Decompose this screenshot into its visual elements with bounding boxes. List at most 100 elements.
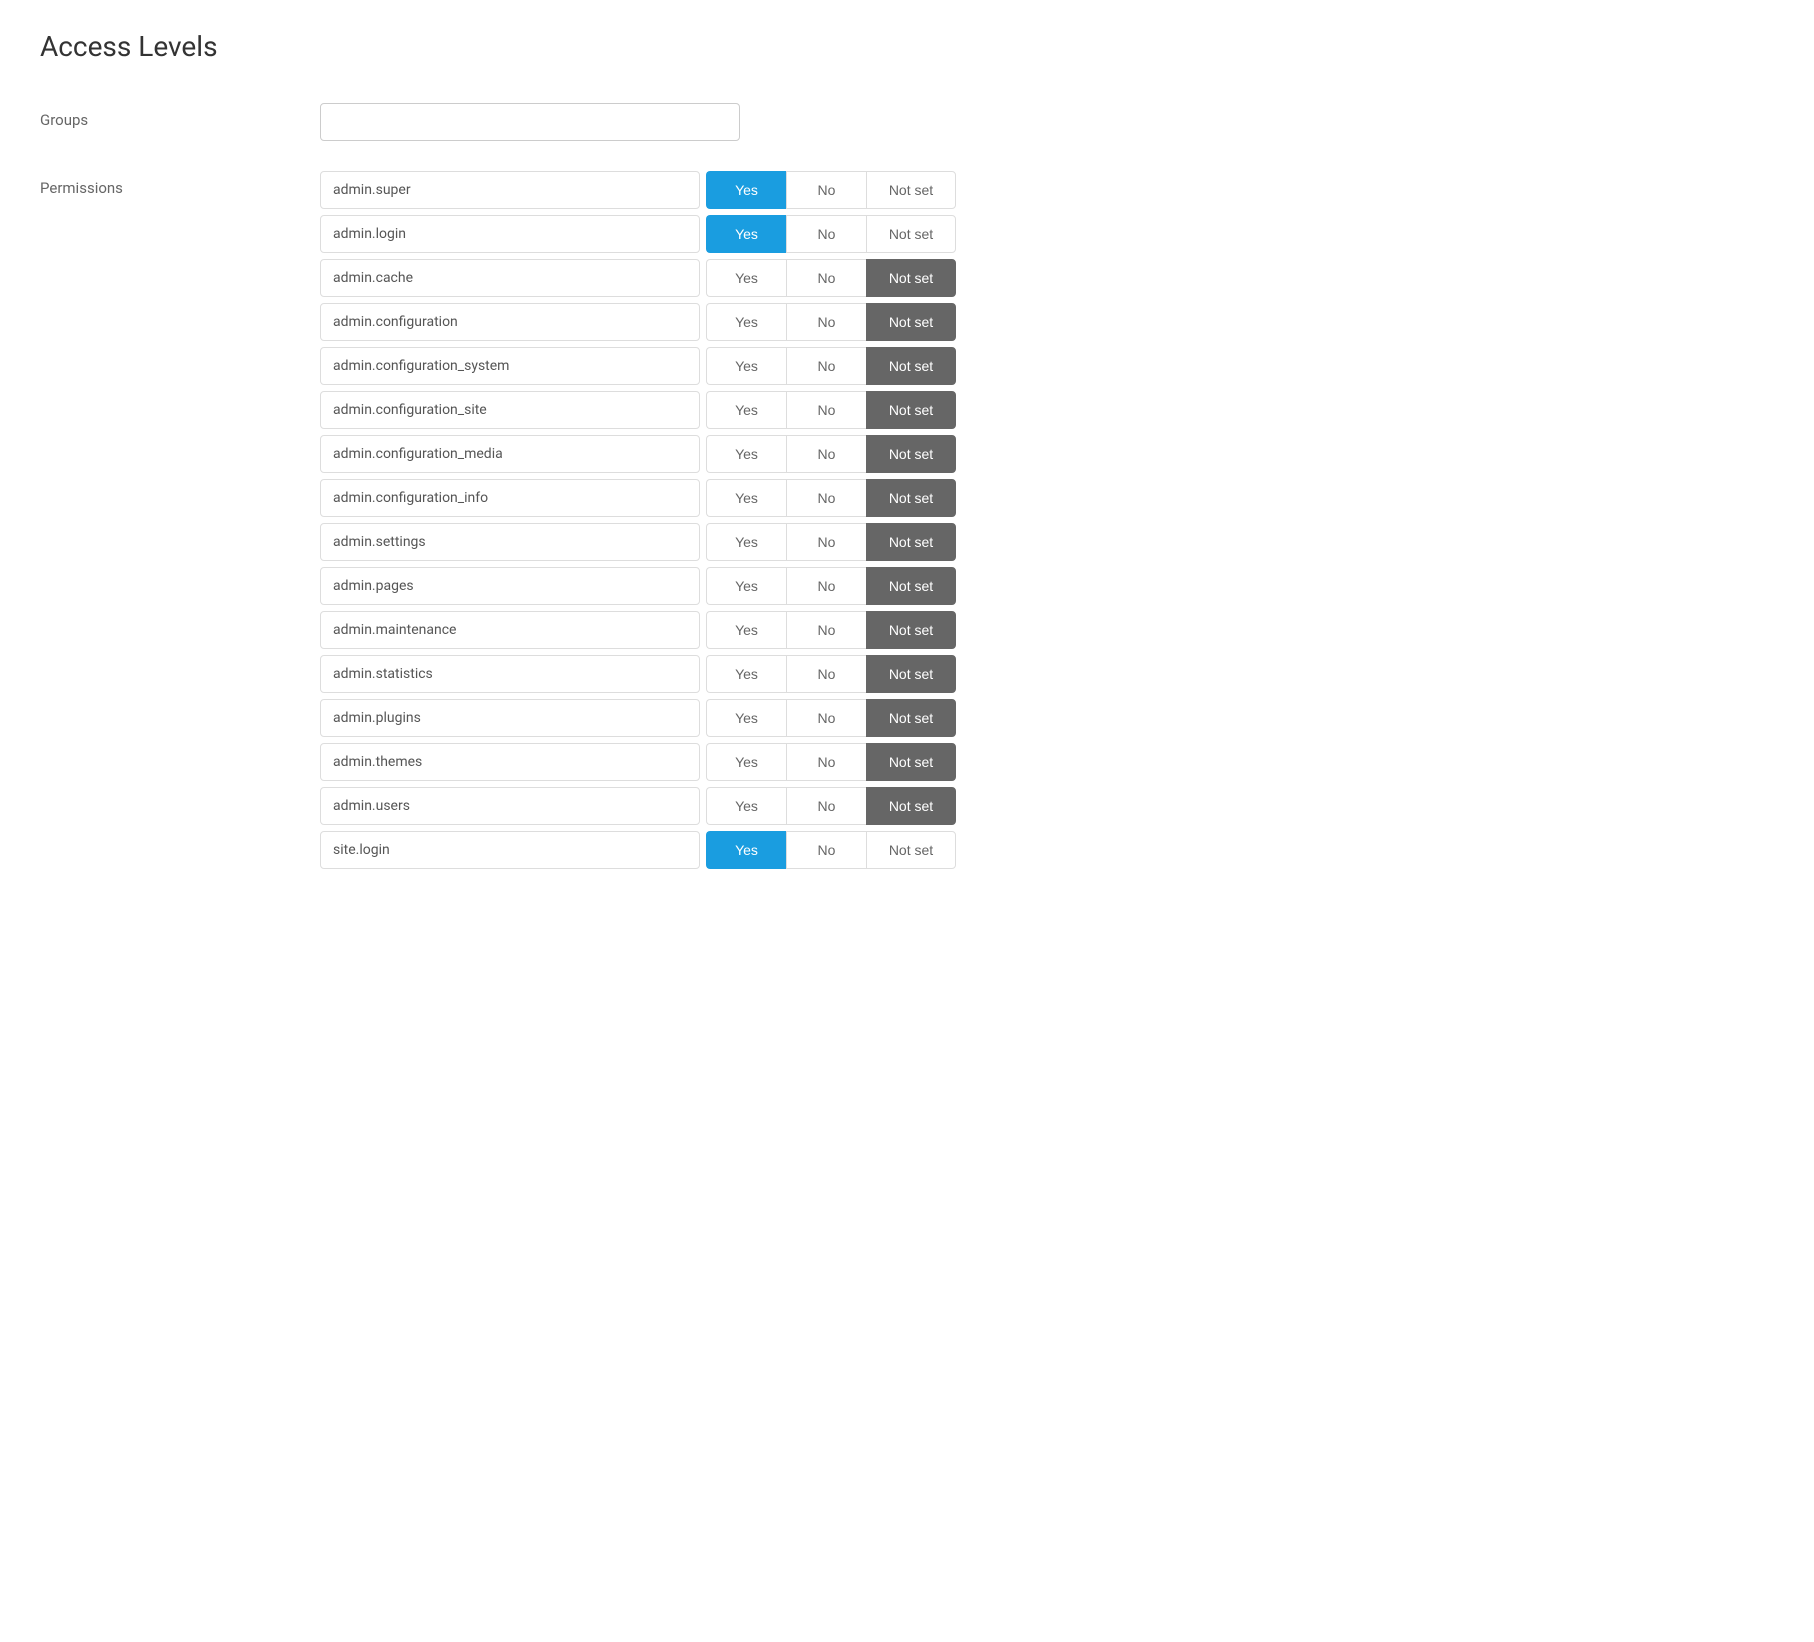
yes-button[interactable]: Yes: [706, 655, 786, 693]
no-button[interactable]: No: [786, 743, 866, 781]
permission-options: YesNoNot set: [706, 479, 956, 517]
table-row: site.loginYesNoNot set: [320, 831, 1774, 869]
yes-button[interactable]: Yes: [706, 831, 786, 869]
permission-options: YesNoNot set: [706, 523, 956, 561]
permission-options: YesNoNot set: [706, 303, 956, 341]
permission-name: admin.cache: [320, 259, 700, 297]
permission-options: YesNoNot set: [706, 611, 956, 649]
no-button[interactable]: No: [786, 831, 866, 869]
permission-name: admin.super: [320, 171, 700, 209]
no-button[interactable]: No: [786, 215, 866, 253]
permission-name: admin.configuration_media: [320, 435, 700, 473]
permission-name: admin.login: [320, 215, 700, 253]
yes-button[interactable]: Yes: [706, 743, 786, 781]
yes-button[interactable]: Yes: [706, 303, 786, 341]
table-row: admin.usersYesNoNot set: [320, 787, 1774, 825]
no-button[interactable]: No: [786, 479, 866, 517]
table-row: admin.superYesNoNot set: [320, 171, 1774, 209]
table-row: admin.configuration_infoYesNoNot set: [320, 479, 1774, 517]
table-row: admin.configuration_mediaYesNoNot set: [320, 435, 1774, 473]
permission-options: YesNoNot set: [706, 699, 956, 737]
no-button[interactable]: No: [786, 171, 866, 209]
no-button[interactable]: No: [786, 347, 866, 385]
permission-name: admin.settings: [320, 523, 700, 561]
notset-button[interactable]: Not set: [866, 611, 956, 649]
yes-button[interactable]: Yes: [706, 171, 786, 209]
no-button[interactable]: No: [786, 655, 866, 693]
notset-button[interactable]: Not set: [866, 215, 956, 253]
permission-options: YesNoNot set: [706, 215, 956, 253]
permission-options: YesNoNot set: [706, 347, 956, 385]
no-button[interactable]: No: [786, 611, 866, 649]
no-button[interactable]: No: [786, 303, 866, 341]
no-button[interactable]: No: [786, 787, 866, 825]
table-row: admin.settingsYesNoNot set: [320, 523, 1774, 561]
table-row: admin.configuration_siteYesNoNot set: [320, 391, 1774, 429]
permission-name: admin.statistics: [320, 655, 700, 693]
notset-button[interactable]: Not set: [866, 523, 956, 561]
yes-button[interactable]: Yes: [706, 215, 786, 253]
notset-button[interactable]: Not set: [866, 171, 956, 209]
permission-options: YesNoNot set: [706, 259, 956, 297]
notset-button[interactable]: Not set: [866, 787, 956, 825]
no-button[interactable]: No: [786, 567, 866, 605]
table-row: admin.pluginsYesNoNot set: [320, 699, 1774, 737]
permission-name: site.login: [320, 831, 700, 869]
permission-name: admin.plugins: [320, 699, 700, 737]
permission-options: YesNoNot set: [706, 391, 956, 429]
permission-options: YesNoNot set: [706, 567, 956, 605]
table-row: admin.cacheYesNoNot set: [320, 259, 1774, 297]
notset-button[interactable]: Not set: [866, 699, 956, 737]
yes-button[interactable]: Yes: [706, 699, 786, 737]
permission-options: YesNoNot set: [706, 743, 956, 781]
table-row: admin.loginYesNoNot set: [320, 215, 1774, 253]
permissions-label: Permissions: [40, 171, 320, 197]
notset-button[interactable]: Not set: [866, 303, 956, 341]
no-button[interactable]: No: [786, 435, 866, 473]
yes-button[interactable]: Yes: [706, 479, 786, 517]
table-row: admin.themesYesNoNot set: [320, 743, 1774, 781]
notset-button[interactable]: Not set: [866, 479, 956, 517]
yes-button[interactable]: Yes: [706, 523, 786, 561]
table-row: admin.pagesYesNoNot set: [320, 567, 1774, 605]
groups-label: Groups: [40, 103, 320, 129]
yes-button[interactable]: Yes: [706, 347, 786, 385]
permission-name: admin.configuration: [320, 303, 700, 341]
permission-name: admin.pages: [320, 567, 700, 605]
permission-options: YesNoNot set: [706, 831, 956, 869]
permission-name: admin.maintenance: [320, 611, 700, 649]
yes-button[interactable]: Yes: [706, 259, 786, 297]
no-button[interactable]: No: [786, 523, 866, 561]
no-button[interactable]: No: [786, 699, 866, 737]
yes-button[interactable]: Yes: [706, 611, 786, 649]
notset-button[interactable]: Not set: [866, 391, 956, 429]
yes-button[interactable]: Yes: [706, 567, 786, 605]
no-button[interactable]: No: [786, 259, 866, 297]
page-title: Access Levels: [40, 30, 1774, 63]
notset-button[interactable]: Not set: [866, 743, 956, 781]
groups-input[interactable]: [320, 103, 740, 141]
permission-name: admin.configuration_info: [320, 479, 700, 517]
notset-button[interactable]: Not set: [866, 435, 956, 473]
permission-name: admin.configuration_site: [320, 391, 700, 429]
notset-button[interactable]: Not set: [866, 567, 956, 605]
yes-button[interactable]: Yes: [706, 787, 786, 825]
notset-button[interactable]: Not set: [866, 347, 956, 385]
permission-options: YesNoNot set: [706, 435, 956, 473]
yes-button[interactable]: Yes: [706, 435, 786, 473]
table-row: admin.configurationYesNoNot set: [320, 303, 1774, 341]
table-row: admin.statisticsYesNoNot set: [320, 655, 1774, 693]
permissions-section: Permissions admin.superYesNoNot setadmin…: [40, 171, 1774, 875]
permission-name: admin.users: [320, 787, 700, 825]
groups-content: [320, 103, 1774, 141]
yes-button[interactable]: Yes: [706, 391, 786, 429]
groups-section: Groups: [40, 103, 1774, 141]
notset-button[interactable]: Not set: [866, 259, 956, 297]
notset-button[interactable]: Not set: [866, 655, 956, 693]
permissions-content: admin.superYesNoNot setadmin.loginYesNoN…: [320, 171, 1774, 875]
notset-button[interactable]: Not set: [866, 831, 956, 869]
table-row: admin.maintenanceYesNoNot set: [320, 611, 1774, 649]
no-button[interactable]: No: [786, 391, 866, 429]
permission-options: YesNoNot set: [706, 171, 956, 209]
permission-options: YesNoNot set: [706, 787, 956, 825]
